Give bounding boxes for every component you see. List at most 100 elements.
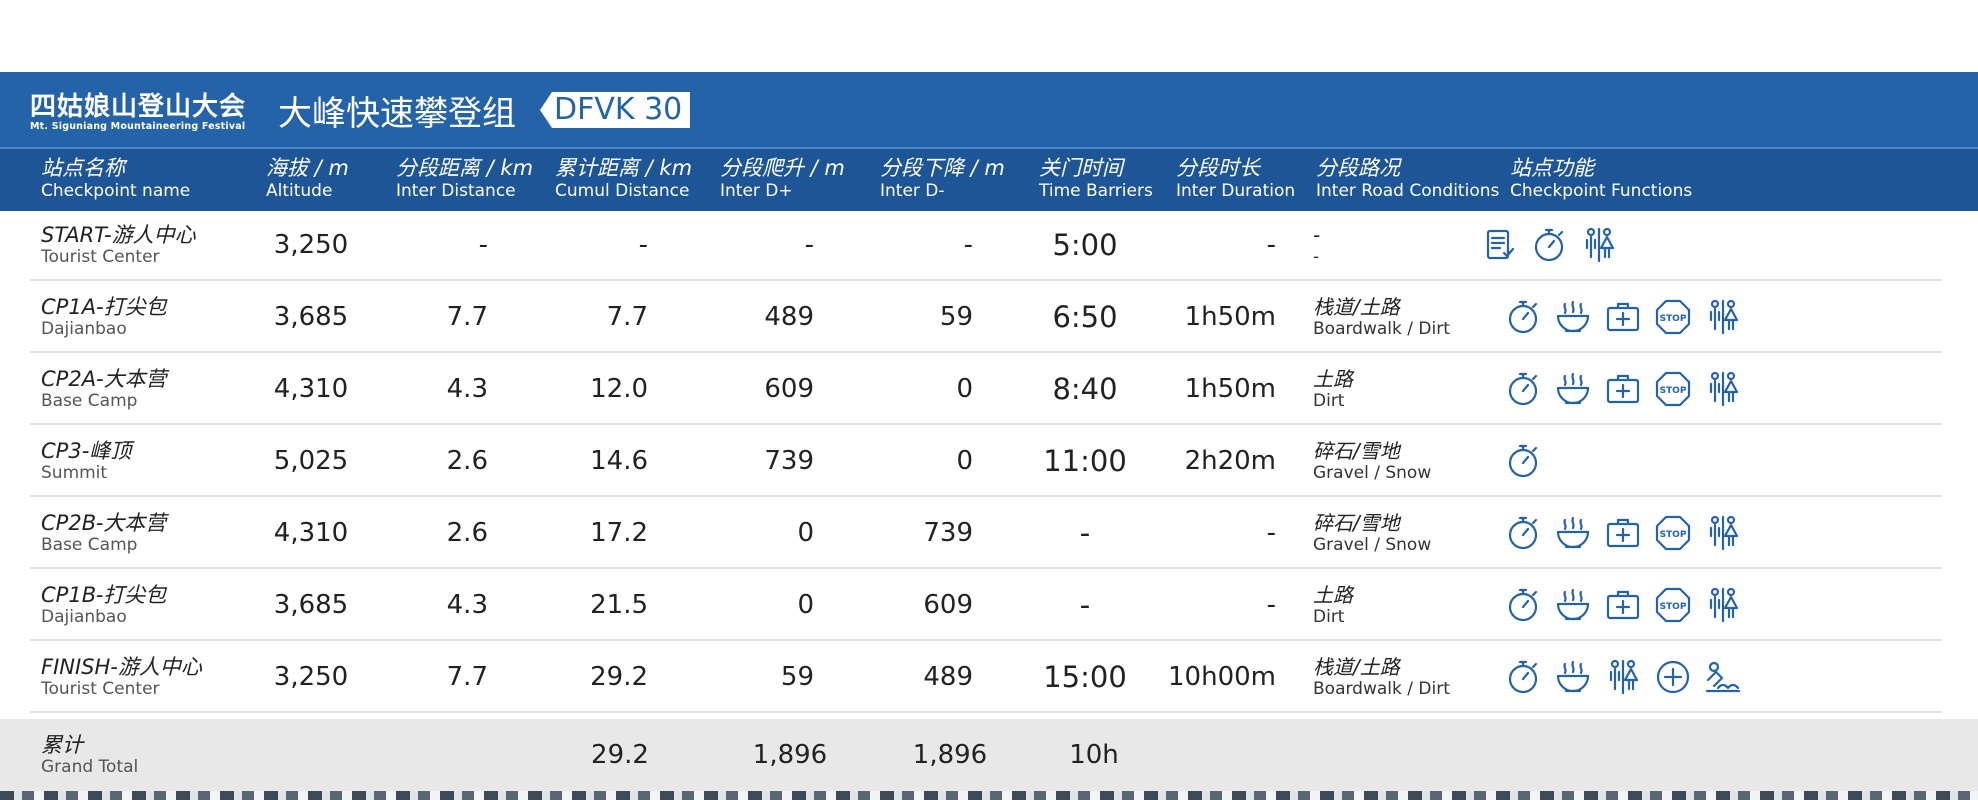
food-bowl-icon [1556,660,1590,693]
title-banner: 四姑娘山登山大会 Mt. Siguniang Mountaineering Fe… [0,72,1978,147]
inter-distance-cell: 2.6 [446,518,488,548]
inter-d-minus-cell: 739 [923,518,973,548]
cumul-distance-cell: 14.6 [590,446,648,476]
table-row: CP1B-打尖包 Dajianbao 3,685 4.3 21.5 0 609 - - 土路 Dir… [0,569,1978,641]
first-aid-icon [1606,518,1640,548]
road-condition: -- [1313,223,1321,267]
col-cumul-distance: 累计距离 / km Cumul Distance [555,156,693,201]
toilet-icon [1709,515,1739,551]
inter-distance-cell: 4.3 [446,590,488,620]
col-checkpoint-name: 站点名称 Checkpoint name [41,156,191,201]
altitude-cell: 4,310 [273,518,349,548]
col-inter-distance: 分段距离 / km Inter Distance [396,156,534,201]
first-aid-icon [1606,374,1640,404]
food-bowl-icon [1556,372,1590,405]
road-condition: 栈道/土路 Boardwalk / Dirt [1313,295,1450,339]
inter-d-plus-cell: 0 [797,518,814,548]
event-logo-cn: 四姑娘山登山大会 [30,92,247,122]
svg-text:STOP: STOP [1660,314,1687,324]
checkpoint-name: CP3-峰顶 Summit [41,439,132,483]
altitude-cell: 4,310 [273,374,349,404]
svg-text:STOP: STOP [1660,530,1687,540]
stopwatch-icon [1508,516,1538,550]
toilet-icon [1709,299,1739,335]
road-condition: 碎石/雪地 Gravel / Snow [1313,439,1432,483]
inter-d-minus-cell: 0 [956,374,973,404]
inter-d-plus-cell: 0 [797,590,814,620]
inter-d-minus-cell: 59 [939,302,973,332]
mountain-photo-strip [0,791,1978,800]
inter-distance-cell: - [478,230,488,260]
svg-text:STOP: STOP [1660,602,1687,612]
altitude-cell: 3,250 [273,230,349,260]
food-bowl-icon [1556,516,1590,549]
cumul-distance-cell: 12.0 [590,374,648,404]
checkpoint-functions: STOP [1504,514,1754,554]
col-altitude: 海拔 / m Altitude [266,156,349,201]
road-condition: 栈道/土路 Boardwalk / Dirt [1313,655,1450,699]
altitude-cell: 3,685 [273,302,349,332]
col-checkpoint-functions: 站点功能 Checkpoint Functions [1510,156,1693,201]
inter-d-plus-cell: 609 [764,374,814,404]
checkpoint-name: CP2B-大本营 Base Camp [41,511,167,555]
inter-distance-cell: 4.3 [446,374,488,404]
cumul-distance-cell: 21.5 [590,590,648,620]
checkpoint-name: CP1B-打尖包 Dajianbao [41,583,167,627]
inter-distance-cell: 7.7 [446,302,488,332]
inter-duration-cell: - [1266,518,1276,548]
table-row: CP2B-大本营 Base Camp 4,310 2.6 17.2 0 739 - - 碎石/雪地… [0,497,1978,569]
stop-sign-icon: STOP [1655,299,1691,335]
total-cumul-distance: 29.2 [591,740,649,770]
checkpoint-name: FINISH-游人中心 Tourist Center [41,655,202,699]
inter-duration-cell: 2h20m [1184,446,1276,476]
cumul-distance-cell: 29.2 [590,662,648,692]
inter-d-plus-cell: - [804,230,814,260]
toilet-icon [1709,371,1739,407]
cumul-distance-cell: 17.2 [590,518,648,548]
altitude-cell: 5,025 [273,446,349,476]
checkpoint-name: CP2A-大本营 Base Camp [41,367,167,411]
checklist-icon [1486,229,1515,260]
inter-d-minus-cell: 609 [923,590,973,620]
time-barrier-cell: - [1079,516,1091,550]
table-row: CP2A-大本营 Base Camp 4,310 4.3 12.0 609 0 8:40 1h5… [0,353,1978,425]
checkpoint-functions [1504,658,1754,698]
time-barrier-cell: 15:00 [1043,660,1127,694]
table-row: CP3-峰顶 Summit 5,025 2.6 14.6 739 0 11:00 2h20m 碎石… [0,425,1978,497]
svg-text:STOP: STOP [1660,386,1687,396]
col-inter-d-minus: 分段下降 / m Inter D- [880,156,1005,201]
col-inter-d-plus: 分段爬升 / m Inter D+ [720,156,845,201]
total-label: 累计 Grand Total [41,733,139,777]
stopwatch-icon [1534,228,1564,262]
time-barrier-cell: - [1079,588,1091,622]
food-bowl-icon [1556,300,1590,333]
total-d-plus: 1,896 [752,740,828,770]
time-barrier-cell: 11:00 [1043,444,1127,478]
inter-d-minus-cell: 489 [923,662,973,692]
altitude-cell: 3,250 [273,662,349,692]
inter-duration-cell: 1h50m [1184,302,1276,332]
inter-distance-cell: 2.6 [446,446,488,476]
time-barrier-cell: 5:00 [1052,228,1118,262]
checkpoint-functions [1504,442,1554,482]
time-barrier-cell: 8:40 [1052,372,1118,406]
checkpoint-functions: STOP [1504,370,1754,410]
event-logo-en: Mt. Siguniang Mountaineering Festival [30,121,246,132]
table-row: START-游人中心 Tourist Center 3,250- - - -5:00- - - [0,209,1978,281]
road-condition: 土路 Dirt [1313,367,1353,411]
checkpoint-functions [1480,226,1630,266]
first-aid-icon [1606,590,1640,620]
col-inter-duration: 分段时长 Inter Duration [1176,156,1296,201]
col-road-conditions: 分段路况 Inter Road Conditions [1316,156,1500,201]
stop-sign-icon: STOP [1655,371,1691,407]
road-condition: 土路 Dirt [1313,583,1353,627]
toilet-icon [1609,659,1639,695]
road-condition: 碎石/雪地 Gravel / Snow [1313,511,1432,555]
stop-sign-icon: STOP [1655,515,1691,551]
stop-sign-icon: STOP [1655,587,1691,623]
checkpoint-functions: STOP [1504,298,1754,338]
total-duration: 10h [1069,740,1119,770]
table-row: CP1A-打尖包 Dajianbao 3,685 7.7 7.7 489 59 6:50 1h5… [0,281,1978,353]
toilet-icon [1585,227,1615,263]
stopwatch-icon [1508,372,1538,406]
